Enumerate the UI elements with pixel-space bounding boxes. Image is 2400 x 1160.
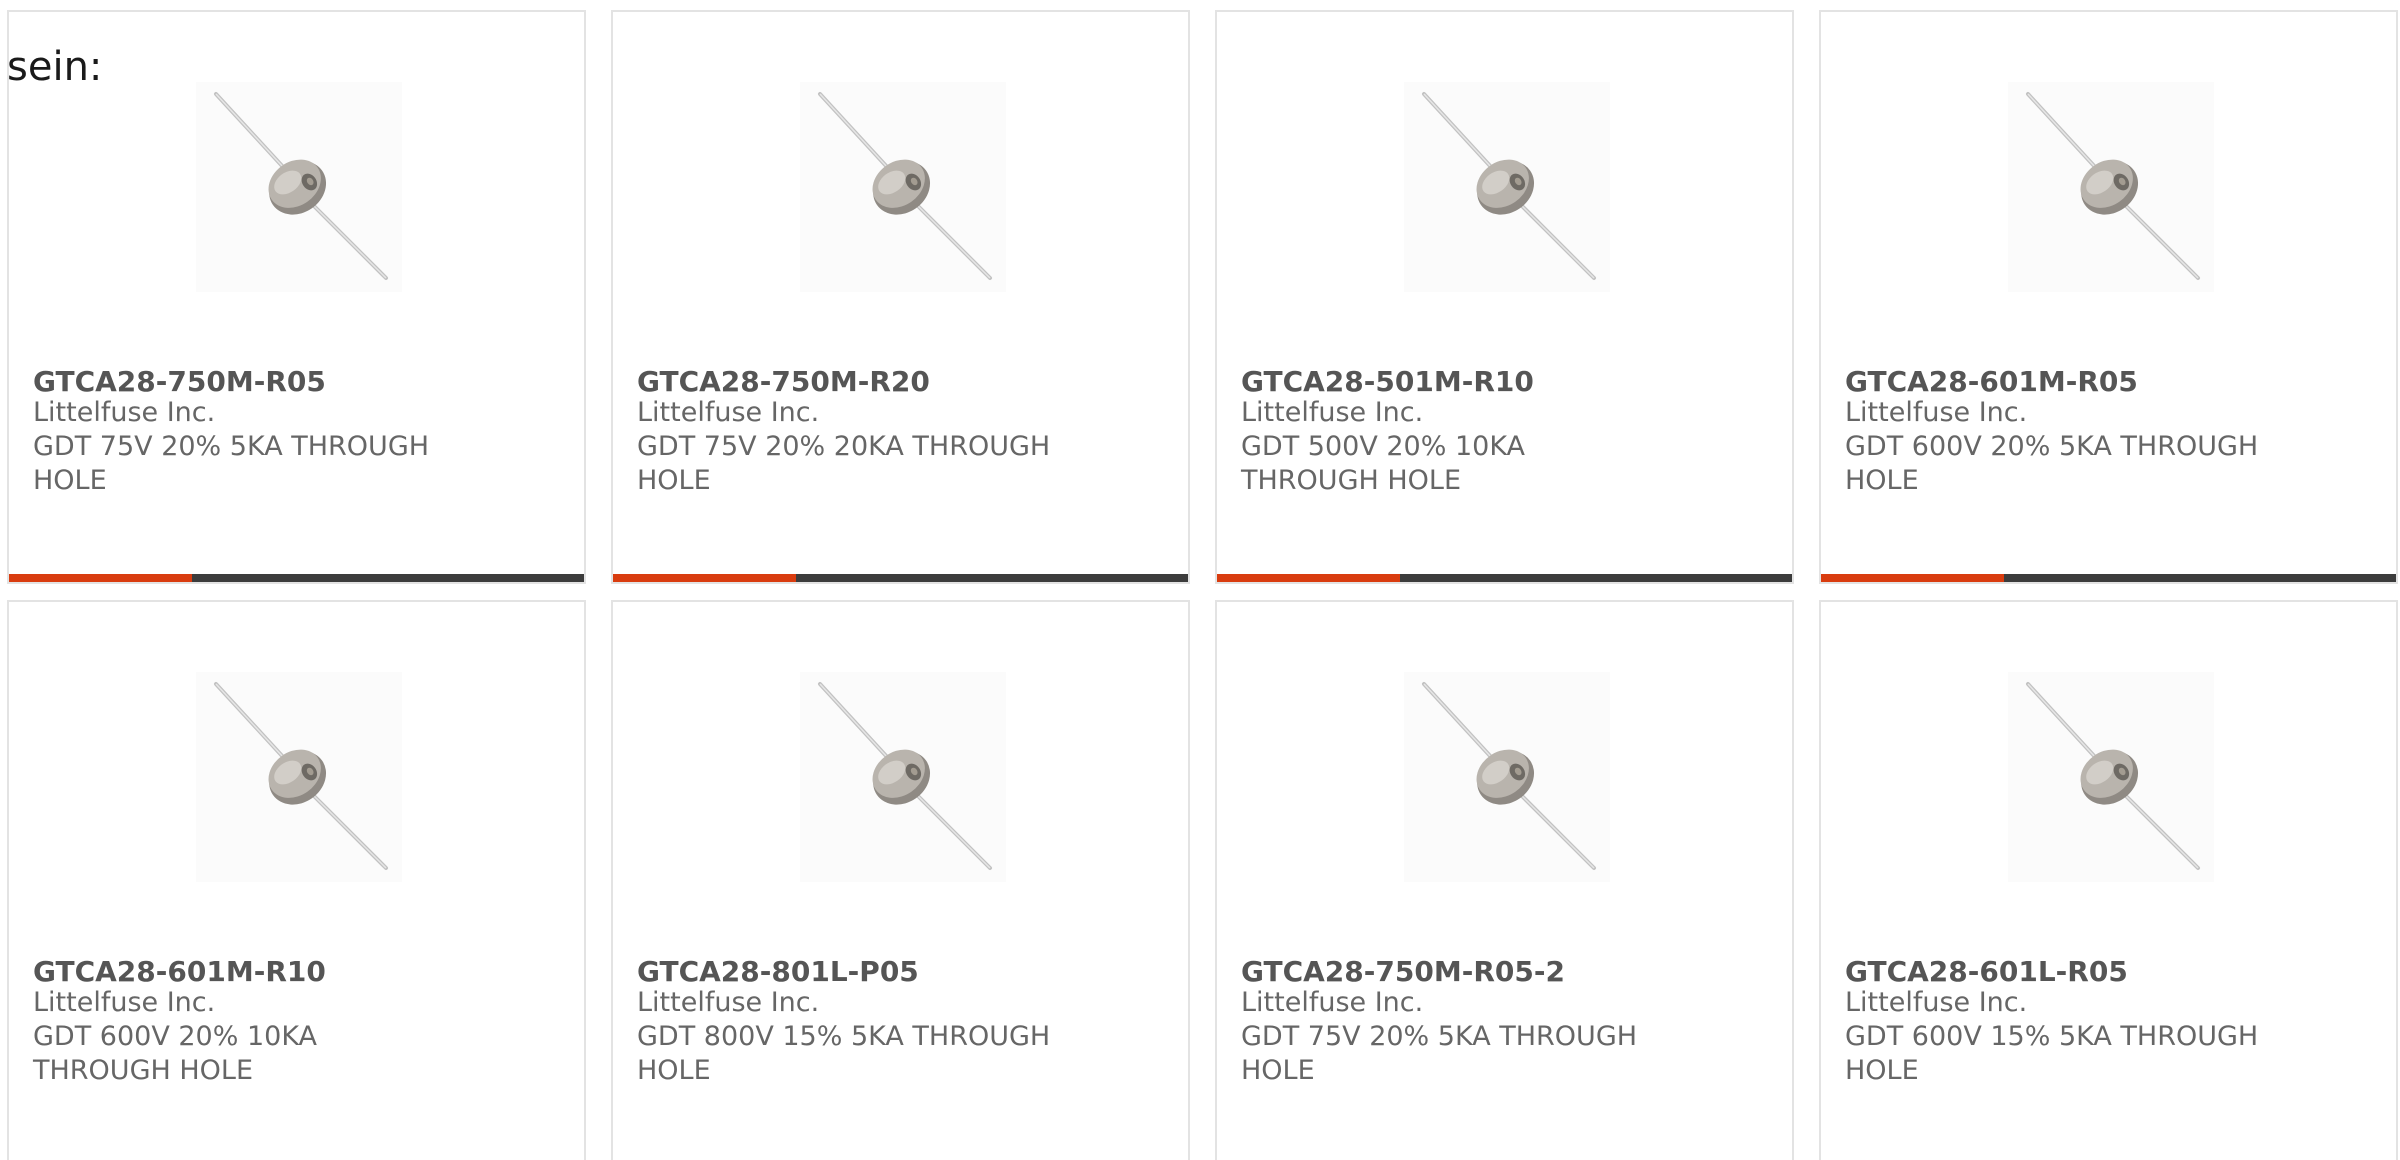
product-description: GDT 600V 20% 5KA THROUGH HOLE bbox=[1845, 431, 2259, 496]
gas-discharge-tube-icon bbox=[800, 82, 1006, 292]
manufacturer: Littelfuse Inc. bbox=[1241, 397, 1424, 428]
product-description: GDT 75V 20% 5KA THROUGH HOLE bbox=[1241, 1021, 1638, 1086]
product-description: GDT 75V 20% 5KA THROUGH HOLE bbox=[33, 431, 430, 496]
product-description: GDT 500V 20% 10KA THROUGH HOLE bbox=[1241, 431, 1526, 496]
manufacturer: Littelfuse Inc. bbox=[33, 987, 216, 1018]
card-footer-bar bbox=[1821, 574, 2396, 582]
card-footer-bar bbox=[613, 574, 1188, 582]
manufacturer: Littelfuse Inc. bbox=[637, 987, 820, 1018]
product-description: GDT 600V 15% 5KA THROUGH HOLE bbox=[1845, 1021, 2259, 1086]
manufacturer: Littelfuse Inc. bbox=[33, 397, 216, 428]
gas-discharge-tube-icon bbox=[800, 672, 1006, 882]
manufacturer: Littelfuse Inc. bbox=[1845, 397, 2028, 428]
gas-discharge-tube-icon bbox=[196, 672, 402, 882]
product-card[interactable]: GTCA28-750M-R20 Littelfuse Inc. GDT 75V … bbox=[611, 10, 1190, 584]
manufacturer: Littelfuse Inc. bbox=[637, 397, 820, 428]
gas-discharge-tube-icon bbox=[1404, 82, 1610, 292]
product-description: GDT 600V 20% 10KA THROUGH HOLE bbox=[33, 1021, 318, 1086]
product-description: GDT 800V 15% 5KA THROUGH HOLE bbox=[637, 1021, 1051, 1086]
gas-discharge-tube-icon bbox=[196, 82, 402, 292]
product-description: GDT 75V 20% 20KA THROUGH HOLE bbox=[637, 431, 1051, 496]
product-card[interactable]: GTCA28-750M-R05-2 Littelfuse Inc. GDT 75… bbox=[1215, 600, 1794, 1160]
product-card[interactable]: GTCA28-601L-R05 Littelfuse Inc. GDT 600V… bbox=[1819, 600, 2398, 1160]
manufacturer: Littelfuse Inc. bbox=[1241, 987, 1424, 1018]
page-heading: sein: bbox=[7, 44, 103, 90]
card-footer-bar bbox=[1217, 574, 1792, 582]
gas-discharge-tube-icon bbox=[2008, 672, 2214, 882]
product-card[interactable]: GTCA28-501M-R10 Littelfuse Inc. GDT 500V… bbox=[1215, 10, 1794, 584]
product-card[interactable]: GTCA28-801L-P05 Littelfuse Inc. GDT 800V… bbox=[611, 600, 1190, 1160]
gas-discharge-tube-icon bbox=[1404, 672, 1610, 882]
gas-discharge-tube-icon bbox=[2008, 82, 2214, 292]
card-footer-bar bbox=[9, 574, 584, 582]
product-card[interactable]: GTCA28-750M-R05 Littelfuse Inc. GDT 75V … bbox=[7, 10, 586, 584]
product-card[interactable]: GTCA28-601M-R05 Littelfuse Inc. GDT 600V… bbox=[1819, 10, 2398, 584]
product-card[interactable]: GTCA28-601M-R10 Littelfuse Inc. GDT 600V… bbox=[7, 600, 586, 1160]
manufacturer: Littelfuse Inc. bbox=[1845, 987, 2028, 1018]
